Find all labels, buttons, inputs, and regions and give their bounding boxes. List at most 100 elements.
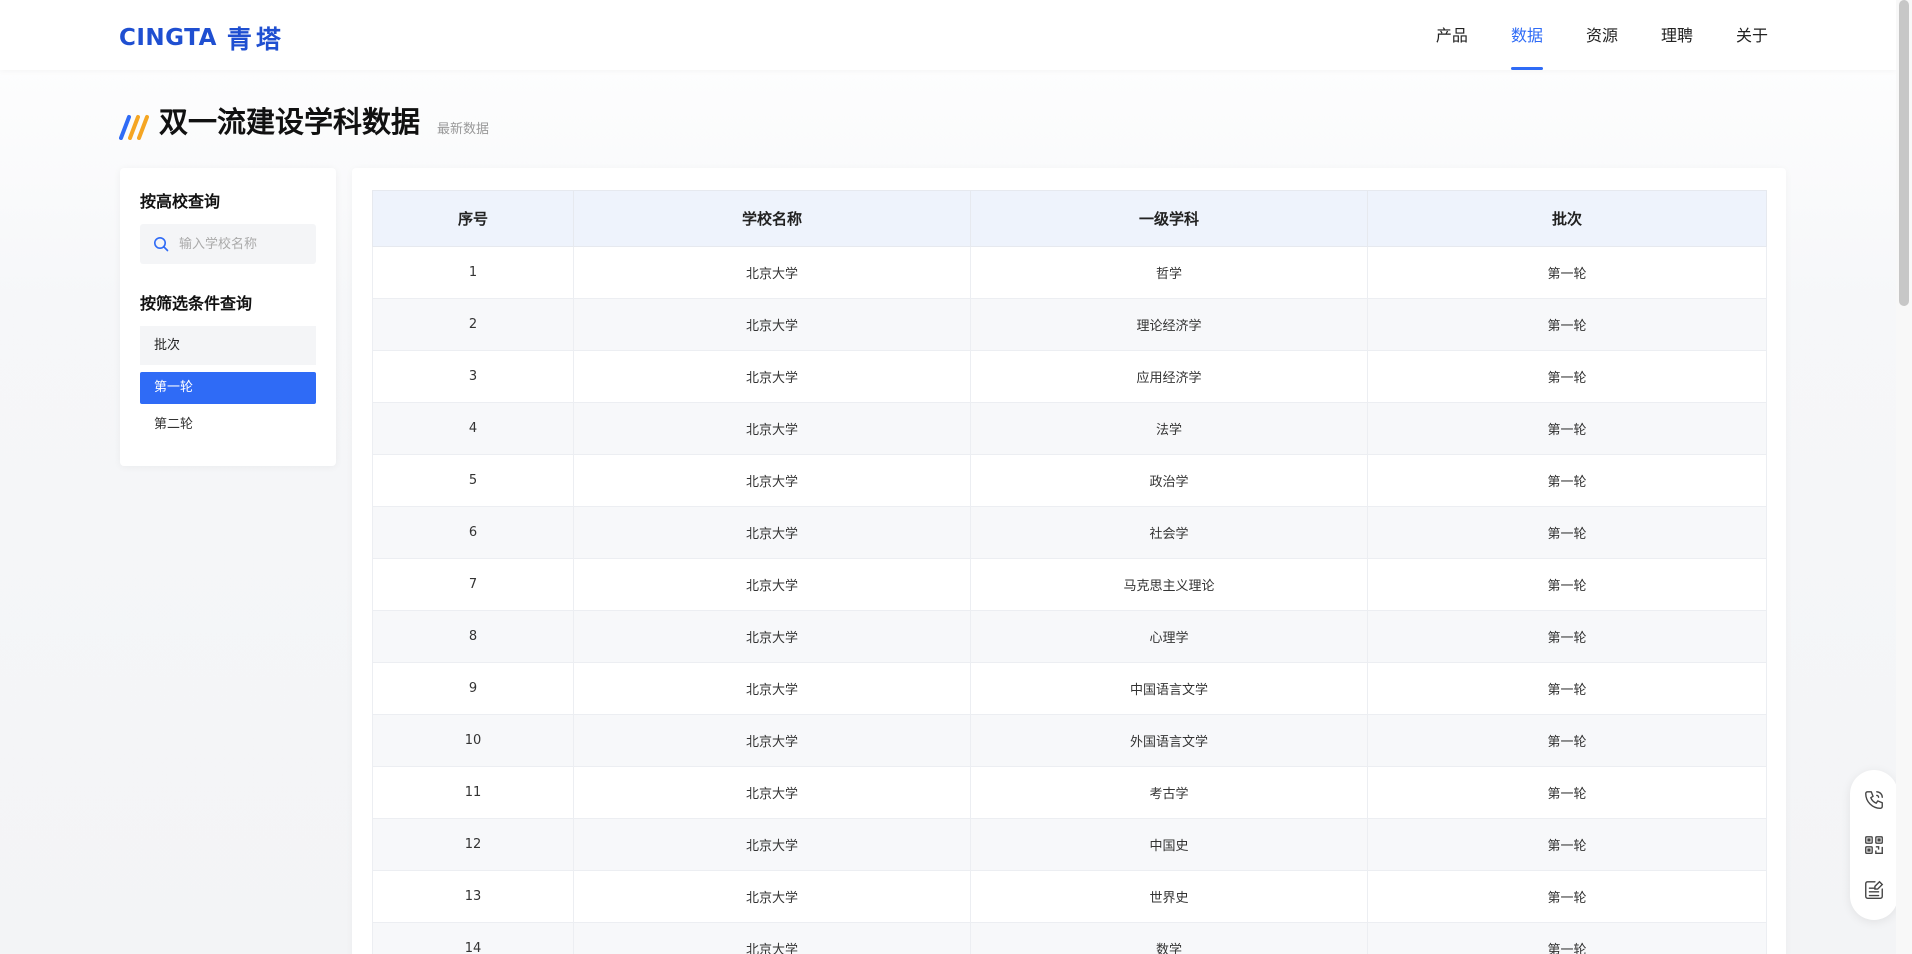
column-header-index: 序号 bbox=[372, 190, 574, 247]
cell-school: 北京大学 bbox=[573, 454, 971, 507]
table-row: 11 北京大学 考古学 第一轮 bbox=[372, 766, 1767, 819]
cell-school: 北京大学 bbox=[573, 922, 971, 954]
phone-button[interactable] bbox=[1861, 787, 1887, 813]
cell-batch: 第一轮 bbox=[1367, 506, 1767, 559]
qrcode-button[interactable] bbox=[1861, 832, 1887, 858]
page-title: 双一流建设学科数据 bbox=[159, 105, 421, 139]
cell-discipline: 中国语言文学 bbox=[970, 662, 1368, 715]
floating-toolbar bbox=[1850, 770, 1898, 920]
cell-discipline: 应用经济学 bbox=[970, 350, 1368, 403]
table-row: 1 北京大学 哲学 第一轮 bbox=[372, 246, 1767, 299]
cell-batch: 第一轮 bbox=[1367, 662, 1767, 715]
data-table-panel: 序号 学校名称 一级学科 批次 1 北京大学 哲学 第一轮 2 北京大学 理论经… bbox=[352, 168, 1786, 954]
table-row: 7 北京大学 马克思主义理论 第一轮 bbox=[372, 558, 1767, 611]
cell-school: 北京大学 bbox=[573, 662, 971, 715]
feedback-icon bbox=[1865, 880, 1884, 899]
cell-school: 北京大学 bbox=[573, 610, 971, 663]
cell-discipline: 考古学 bbox=[970, 766, 1368, 819]
cell-batch: 第一轮 bbox=[1367, 558, 1767, 611]
cell-index: 9 bbox=[372, 662, 574, 715]
cell-school: 北京大学 bbox=[573, 506, 971, 559]
scrollbar-thumb[interactable] bbox=[1899, 0, 1909, 306]
cell-school: 北京大学 bbox=[573, 766, 971, 819]
filter-option-round-1[interactable]: 第一轮 bbox=[140, 372, 316, 404]
cell-discipline: 心理学 bbox=[970, 610, 1368, 663]
cell-batch: 第一轮 bbox=[1367, 766, 1767, 819]
nav-item-products[interactable]: 产品 bbox=[1436, 0, 1468, 70]
cell-index: 10 bbox=[372, 714, 574, 767]
cell-index: 5 bbox=[372, 454, 574, 507]
page-subtitle: 最新数据 bbox=[437, 122, 490, 137]
table-row: 8 北京大学 心理学 第一轮 bbox=[372, 610, 1767, 663]
cell-batch: 第一轮 bbox=[1367, 246, 1767, 299]
qrcode-icon bbox=[1865, 836, 1883, 854]
table-row: 6 北京大学 社会学 第一轮 bbox=[372, 506, 1767, 559]
cell-index: 13 bbox=[372, 870, 574, 923]
cell-discipline: 哲学 bbox=[970, 246, 1368, 299]
table-row: 9 北京大学 中国语言文学 第一轮 bbox=[372, 662, 1767, 715]
cell-index: 7 bbox=[372, 558, 574, 611]
cingta-logo[interactable]: CINGTA 青塔 bbox=[119, 20, 285, 56]
cell-index: 12 bbox=[372, 818, 574, 871]
filter-group-batch: 批次 bbox=[140, 326, 316, 365]
table-row: 10 北京大学 外国语言文学 第一轮 bbox=[372, 714, 1767, 767]
cell-batch: 第一轮 bbox=[1367, 298, 1767, 351]
cell-batch: 第一轮 bbox=[1367, 870, 1767, 923]
cell-batch: 第一轮 bbox=[1367, 402, 1767, 455]
cell-discipline: 社会学 bbox=[970, 506, 1368, 559]
table-row: 14 北京大学 数学 第一轮 bbox=[372, 922, 1767, 954]
feedback-button[interactable] bbox=[1861, 877, 1887, 903]
column-header-batch: 批次 bbox=[1367, 190, 1767, 247]
cell-discipline: 世界史 bbox=[970, 870, 1368, 923]
cell-discipline: 理论经济学 bbox=[970, 298, 1368, 351]
cell-discipline: 马克思主义理论 bbox=[970, 558, 1368, 611]
nav-item-resources[interactable]: 资源 bbox=[1586, 0, 1618, 70]
cell-school: 北京大学 bbox=[573, 298, 971, 351]
cell-batch: 第一轮 bbox=[1367, 922, 1767, 954]
nav-item-recruitment[interactable]: 理聘 bbox=[1661, 0, 1693, 70]
title-stripes-icon bbox=[119, 115, 149, 140]
discipline-table: 序号 学校名称 一级学科 批次 1 北京大学 哲学 第一轮 2 北京大学 理论经… bbox=[372, 190, 1767, 954]
column-header-discipline: 一级学科 bbox=[970, 190, 1368, 247]
cell-index: 6 bbox=[372, 506, 574, 559]
cell-school: 北京大学 bbox=[573, 714, 971, 767]
cell-discipline: 政治学 bbox=[970, 454, 1368, 507]
logo-english: CINGTA bbox=[119, 25, 217, 51]
table-header-row: 序号 学校名称 一级学科 批次 bbox=[372, 190, 1767, 247]
top-header: CINGTA 青塔 产品 数据 资源 理聘 关于 bbox=[0, 0, 1896, 70]
school-search-heading: 按高校查询 bbox=[140, 192, 221, 211]
cell-index: 4 bbox=[372, 402, 574, 455]
column-header-school: 学校名称 bbox=[573, 190, 971, 247]
filter-option-round-2[interactable]: 第二轮 bbox=[140, 409, 316, 441]
nav-item-about[interactable]: 关于 bbox=[1736, 0, 1768, 70]
logo-chinese: 青塔 bbox=[226, 25, 285, 54]
cell-index: 14 bbox=[372, 922, 574, 954]
nav-item-data[interactable]: 数据 bbox=[1510, 0, 1543, 70]
cell-index: 8 bbox=[372, 610, 574, 663]
main-nav: 产品 数据 资源 理聘 关于 bbox=[1393, 0, 1768, 70]
school-search-input[interactable] bbox=[179, 236, 309, 252]
table-row: 2 北京大学 理论经济学 第一轮 bbox=[372, 298, 1767, 351]
cell-index: 2 bbox=[372, 298, 574, 351]
table-row: 4 北京大学 法学 第一轮 bbox=[372, 402, 1767, 455]
cell-school: 北京大学 bbox=[573, 818, 971, 871]
cell-school: 北京大学 bbox=[573, 350, 971, 403]
cell-batch: 第一轮 bbox=[1367, 454, 1767, 507]
table-row: 3 北京大学 应用经济学 第一轮 bbox=[372, 350, 1767, 403]
cell-batch: 第一轮 bbox=[1367, 818, 1767, 871]
filter-heading: 按筛选条件查询 bbox=[140, 294, 253, 313]
table-row: 12 北京大学 中国史 第一轮 bbox=[372, 818, 1767, 871]
table-row: 5 北京大学 政治学 第一轮 bbox=[372, 454, 1767, 507]
page-scrollbar[interactable] bbox=[1896, 0, 1912, 954]
school-search-box[interactable] bbox=[140, 224, 316, 264]
search-icon bbox=[154, 237, 169, 252]
phone-icon bbox=[1865, 791, 1883, 810]
page-title-row: 双一流建设学科数据 最新数据 bbox=[119, 104, 489, 140]
cell-batch: 第一轮 bbox=[1367, 714, 1767, 767]
cell-discipline: 中国史 bbox=[970, 818, 1368, 871]
cell-school: 北京大学 bbox=[573, 870, 971, 923]
cell-index: 1 bbox=[372, 246, 574, 299]
cell-school: 北京大学 bbox=[573, 246, 971, 299]
cell-batch: 第一轮 bbox=[1367, 610, 1767, 663]
cell-batch: 第一轮 bbox=[1367, 350, 1767, 403]
